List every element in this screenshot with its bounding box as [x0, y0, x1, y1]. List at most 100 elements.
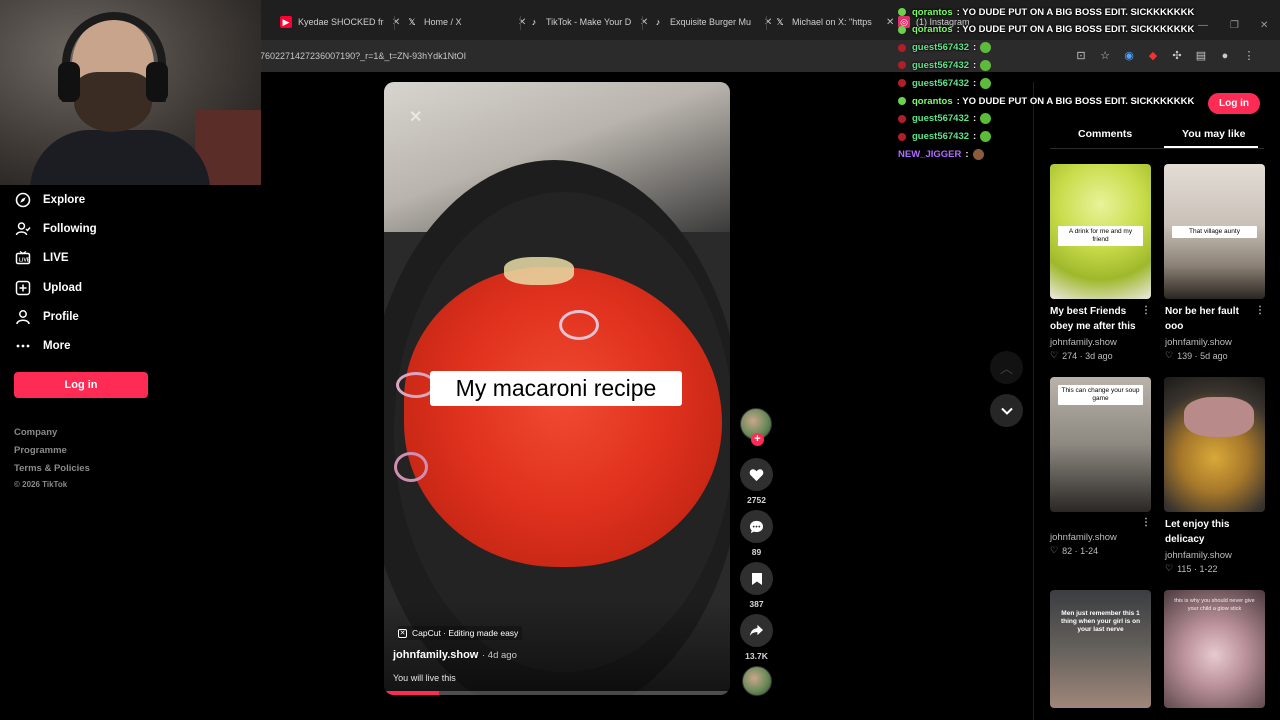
- sidebar-item-label: LIVE: [43, 252, 69, 264]
- comment-button[interactable]: [740, 510, 773, 543]
- video-date: · 4d ago: [482, 650, 517, 661]
- tab-label: TikTok - Make Your D: [546, 17, 632, 27]
- chat-badge-icon: [898, 43, 906, 52]
- tab-label: Kyedae SHOCKED fro: [298, 17, 384, 27]
- thumbnail-text: This can change your soup game: [1058, 385, 1143, 405]
- save-button[interactable]: [740, 562, 773, 595]
- browser-tab[interactable]: ♪ Exquisite Burger Mu ✕: [644, 8, 780, 36]
- more-options-icon[interactable]: ⋮: [1141, 305, 1151, 316]
- card-title[interactable]: Let enjoy this delicacy: [1165, 517, 1253, 547]
- chat-emote-icon: [972, 148, 984, 160]
- sidebar-item-upload[interactable]: Upload: [14, 277, 82, 299]
- chat-emote-icon: [980, 59, 992, 71]
- share-button[interactable]: [740, 614, 773, 647]
- sidebar-item-more[interactable]: More: [14, 335, 70, 357]
- chat-badge-icon: [898, 132, 906, 141]
- comment-count: 89: [751, 547, 762, 557]
- video-thumbnail[interactable]: Men just remember this 1 thing when your…: [1050, 590, 1151, 708]
- footer-link-terms[interactable]: Terms & Policies: [14, 463, 90, 474]
- chat-username: guest567432: [912, 77, 970, 89]
- video-butter: [504, 257, 574, 285]
- video-thumbnail[interactable]: A drink for me and my friend: [1050, 164, 1151, 299]
- sidebar-item-live[interactable]: LIVE LIVE: [14, 247, 69, 269]
- following-icon: [14, 220, 32, 238]
- heart-icon: [749, 468, 764, 481]
- footer-link-programme[interactable]: Programme: [14, 445, 67, 456]
- sidebar-item-following[interactable]: Following: [14, 218, 97, 240]
- capcut-icon: ✕: [398, 628, 407, 638]
- capcut-label: CapCut · Editing made easy: [412, 628, 519, 638]
- card-author[interactable]: johnfamily.show: [1165, 550, 1232, 561]
- stream-chat-overlay: qorantos: YO DUDE PUT ON A BIG BOSS EDIT…: [898, 4, 1278, 174]
- card-stats: ♡ 139 · 5d ago: [1165, 350, 1228, 361]
- card-author[interactable]: johnfamily.show: [1050, 337, 1117, 348]
- chat-badge-icon: [898, 97, 906, 105]
- panel-divider: [1033, 82, 1034, 720]
- sidebar: Explore Following LIVE LIVE Upload Profi…: [0, 185, 262, 720]
- chevron-down-icon: [1000, 407, 1013, 415]
- sidebar-item-label: Explore: [43, 194, 86, 206]
- youtube-icon: ▶: [280, 16, 292, 28]
- previous-video-button[interactable]: ︿: [990, 351, 1023, 384]
- chat-username: qorantos: [912, 95, 953, 107]
- card-author[interactable]: johnfamily.show: [1050, 532, 1117, 543]
- card-author[interactable]: johnfamily.show: [1165, 337, 1232, 348]
- copyright-text: © 2026 TikTok: [14, 480, 68, 489]
- upload-icon: [14, 279, 32, 297]
- more-options-icon[interactable]: ⋮: [1141, 517, 1151, 528]
- next-video-button[interactable]: [990, 394, 1023, 427]
- chat-message: qorantos: YO DUDE PUT ON A BIG BOSS EDIT…: [898, 93, 1194, 109]
- capcut-tag[interactable]: ✕ CapCut · Editing made easy: [398, 626, 523, 640]
- webcam-headphone-cup: [146, 62, 168, 102]
- chat-message: guest567432:: [898, 40, 992, 56]
- card-age: · 3d ago: [1079, 350, 1113, 361]
- profile-icon: [14, 308, 32, 326]
- thumbnail-text: That village aunty: [1172, 226, 1257, 238]
- chat-emote-icon: [980, 42, 992, 54]
- sidebar-item-label: More: [43, 340, 71, 352]
- video-thumbnail[interactable]: This can change your soup game: [1050, 377, 1151, 512]
- sidebar-item-profile[interactable]: Profile: [14, 306, 79, 328]
- footer-link-company[interactable]: Company: [14, 427, 57, 438]
- video-author[interactable]: johnfamily.show: [393, 649, 478, 661]
- video-thumbnail[interactable]: [1164, 377, 1265, 512]
- more-options-icon[interactable]: ⋮: [1255, 305, 1265, 316]
- capcut-watermark-icon: ✕: [409, 109, 423, 126]
- url-field[interactable]: 7602271427236007190?_r=1&_t=ZN-93hYdk1Nt…: [260, 51, 466, 61]
- card-title[interactable]: Nor be her fault ooo: [1165, 304, 1253, 334]
- heart-outline-icon: ♡: [1050, 350, 1059, 360]
- card-age: · 1-22: [1193, 563, 1218, 574]
- chat-message: qorantos: YO DUDE PUT ON A BIG BOSS EDIT…: [898, 4, 1194, 20]
- browser-tab[interactable]: 𝕏 Michael on X: "https ✕: [766, 8, 902, 36]
- browser-tab[interactable]: ♪ TikTok - Make Your D ✕: [520, 8, 656, 36]
- sidebar-item-explore[interactable]: Explore: [14, 189, 85, 211]
- video-caption: My macaroni recipe: [430, 371, 682, 406]
- card-age: · 1-24: [1074, 545, 1099, 556]
- card-title[interactable]: My best Friends obey me after this: [1050, 304, 1138, 334]
- card-stats: ♡ 274 · 3d ago: [1050, 350, 1113, 361]
- video-thumbnail[interactable]: this is why you should never give your c…: [1164, 590, 1265, 708]
- card-stats: ♡ 115 · 1-22: [1165, 563, 1217, 574]
- login-button[interactable]: Log in: [14, 372, 148, 398]
- chat-username: guest567432: [912, 59, 970, 71]
- chat-badge-icon: [898, 114, 906, 123]
- video-progress-fill: [384, 691, 440, 695]
- chat-username: guest567432: [912, 131, 970, 143]
- video-thumbnail[interactable]: That village aunty: [1164, 164, 1265, 299]
- browser-tab[interactable]: ▶ Kyedae SHOCKED fro ✕: [272, 8, 408, 36]
- video-player[interactable]: ✕ My macaroni recipe ✕ CapCut · Editing …: [384, 82, 730, 695]
- video-description: You will live this: [393, 673, 456, 683]
- follow-plus-icon[interactable]: +: [751, 433, 764, 446]
- like-button[interactable]: [740, 458, 773, 491]
- compass-icon: [14, 191, 32, 209]
- sound-disc-avatar[interactable]: [742, 666, 772, 696]
- tab-label: Michael on X: "https: [792, 17, 872, 27]
- browser-tab[interactable]: 𝕏 Home / X ✕: [398, 8, 534, 36]
- like-count: 2752: [747, 495, 766, 505]
- live-icon: LIVE: [14, 249, 32, 267]
- chat-username: qorantos: [912, 6, 953, 18]
- card-age: · 5d ago: [1194, 350, 1228, 361]
- thumbnail-text: Men just remember this 1 thing when your…: [1060, 610, 1141, 633]
- card-likes: 82: [1062, 545, 1073, 556]
- chat-text: :: [973, 77, 977, 89]
